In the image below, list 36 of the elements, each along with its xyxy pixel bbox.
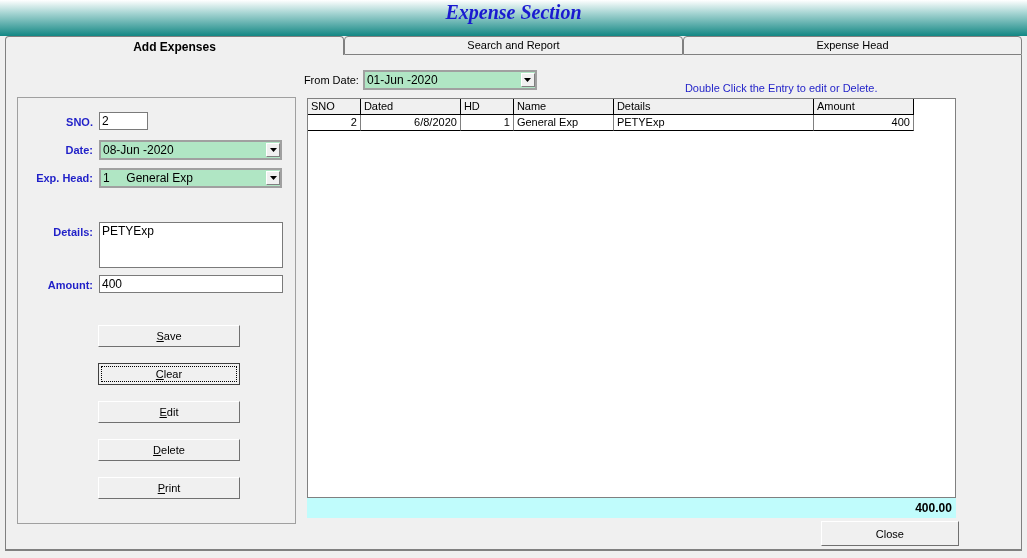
action-button[interactable]: Print <box>98 477 240 499</box>
column-header: SNO <box>307 99 361 115</box>
action-button[interactable]: Delete <box>98 439 240 461</box>
table-cell[interactable]: 1 <box>460 115 514 131</box>
table-cell[interactable]: PETYExp <box>613 115 814 131</box>
text-area[interactable]: PETYExp <box>99 222 283 268</box>
input-field[interactable]: 2 <box>99 112 148 130</box>
tab[interactable]: Search and Report <box>344 36 683 55</box>
column-header: HD <box>460 99 514 115</box>
field-label: Amount: <box>46 279 94 291</box>
action-button[interactable]: Save <box>98 325 240 347</box>
hint-text: Double Click the Entry to edit or Delete. <box>684 82 878 96</box>
date-combo-box[interactable]: 01-Jun -2020 <box>362 70 537 90</box>
from-date-label: From Date: <box>303 73 359 88</box>
window-title: Expense Section <box>445 0 582 26</box>
table-cell[interactable]: 400 <box>813 115 914 131</box>
action-button[interactable]: Edit <box>98 401 240 423</box>
table-cell[interactable]: 2 <box>307 115 361 131</box>
table-cell[interactable]: General Exp <box>513 115 614 131</box>
input-field[interactable]: 400 <box>99 275 283 293</box>
column-header: Name <box>513 99 614 115</box>
column-header: Amount <box>813 99 914 115</box>
field-label: Details: <box>52 226 94 238</box>
tab[interactable]: Expense Head <box>683 36 1022 55</box>
tab[interactable]: Add Expenses <box>5 36 344 55</box>
combo-box[interactable]: 1 General Exp <box>99 168 282 188</box>
table-cell[interactable]: 6/8/2020 <box>360 115 461 131</box>
column-header: Details <box>613 99 814 115</box>
combo-box[interactable]: 08-Jun -2020 <box>99 140 282 160</box>
field-label: Exp. Head: <box>35 172 94 184</box>
column-header: Dated <box>360 99 461 115</box>
field-label: SNO. <box>65 116 94 128</box>
close-button[interactable]: Close <box>820 521 959 546</box>
field-label: Date: <box>64 144 94 156</box>
action-button[interactable]: Clear <box>98 363 240 385</box>
total-amount: 400.00 <box>306 498 956 518</box>
